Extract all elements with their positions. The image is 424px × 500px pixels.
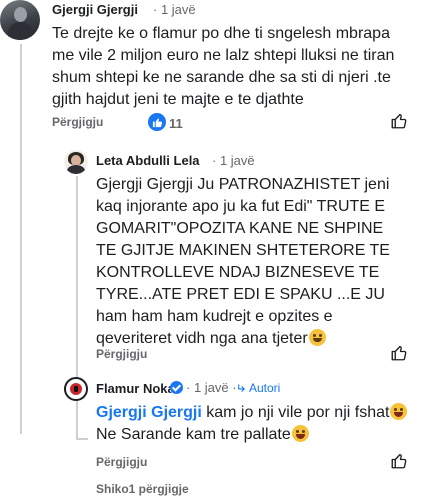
reply-button[interactable]: Përgjigju bbox=[96, 347, 147, 361]
winking-emoji-icon bbox=[308, 329, 326, 346]
comment-text: Gjergji Gjergji Ju PATRONAZHISTET jeni k… bbox=[96, 176, 390, 347]
like-icon[interactable] bbox=[390, 344, 408, 362]
thread-line bbox=[20, 44, 22, 434]
comment-time: · 1 javë · bbox=[186, 380, 237, 395]
comment-author[interactable]: Gjergji Gjergji bbox=[52, 2, 138, 17]
view-more-replies-link[interactable]: Shiko1 përgjigje bbox=[96, 482, 189, 496]
comment-text: Gjergji Gjergji kam jo nji vile por nji … bbox=[96, 402, 416, 446]
thread-connector bbox=[76, 438, 88, 440]
comment-time: · 1 javë bbox=[153, 2, 196, 17]
laughing-emoji-icon bbox=[291, 425, 309, 442]
thumbs-up-reaction-icon[interactable] bbox=[148, 113, 166, 131]
avatar[interactable] bbox=[64, 377, 88, 401]
reaction-count: 11 bbox=[169, 116, 183, 131]
avatar[interactable] bbox=[0, 0, 40, 40]
comment-text: Te drejte ke o flamur po dhe ti sngelesh… bbox=[52, 25, 395, 108]
verified-badge-icon bbox=[170, 381, 183, 394]
avatar[interactable] bbox=[64, 150, 88, 174]
comment-author[interactable]: Flamur Noka bbox=[96, 381, 175, 396]
comment-time: · 1 javë bbox=[212, 153, 255, 168]
laughing-emoji-icon bbox=[390, 403, 408, 420]
like-icon[interactable] bbox=[390, 112, 408, 130]
author-arrow-icon bbox=[238, 383, 245, 392]
mention-link[interactable]: Gjergji Gjergji bbox=[96, 404, 202, 421]
reply-button[interactable]: Përgjigju bbox=[52, 115, 103, 129]
comment-author[interactable]: Leta Abdulli Lela bbox=[96, 153, 200, 168]
author-badge: Autori bbox=[236, 381, 280, 395]
reply-button[interactable]: Përgjigju bbox=[96, 455, 147, 469]
like-icon[interactable] bbox=[390, 452, 408, 470]
